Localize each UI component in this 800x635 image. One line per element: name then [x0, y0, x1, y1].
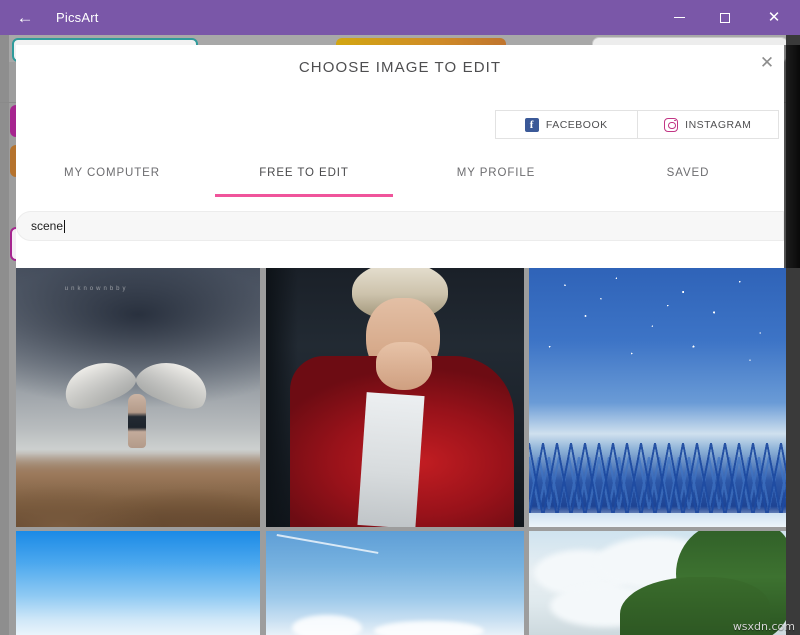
tree-line-front-shape — [529, 443, 786, 517]
facebook-button-label: FACEBOOK — [545, 118, 608, 131]
maximize-button[interactable] — [702, 0, 748, 35]
tab-saved[interactable]: SAVED — [592, 163, 784, 197]
search-input-value: scene — [31, 219, 64, 233]
choose-image-dialog: CHOOSE IMAGE TO EDIT ✕ f FACEBOOK INSTAG… — [16, 45, 784, 268]
figure-shape — [128, 394, 146, 448]
thumbnail-image — [529, 268, 786, 527]
image-tile-clear-blue-sky[interactable] — [16, 531, 260, 635]
tab-free-to-edit[interactable]: FREE TO EDIT — [208, 163, 400, 197]
app-title: PicsArt — [56, 10, 99, 25]
shirt-shape — [357, 392, 425, 527]
tab-label: MY COMPUTER — [64, 167, 160, 179]
text-cursor — [64, 219, 66, 233]
thumbnail-image — [16, 531, 260, 635]
image-tile-person-in-red-velvet-jacket[interactable] — [266, 268, 524, 527]
tile-caption: unknownbby — [64, 286, 129, 293]
search-area: scene — [16, 211, 784, 241]
thumbnail-image — [266, 531, 524, 635]
tab-label: SAVED — [666, 167, 710, 179]
image-tile-winged-figure-on-cliff[interactable]: unknownbby — [16, 268, 260, 527]
dialog-title: CHOOSE IMAGE TO EDIT — [298, 59, 502, 76]
close-button[interactable]: ✕ — [748, 0, 800, 35]
watermark: wsxdn.com — [732, 620, 795, 633]
dialog-close-icon[interactable]: ✕ — [754, 49, 780, 75]
contrail-shape — [276, 534, 379, 555]
window-titlebar: ← PicsArt ✕ — [0, 0, 800, 35]
app-left-rail — [0, 35, 9, 635]
tab-my-computer[interactable]: MY COMPUTER — [16, 163, 208, 197]
facebook-button[interactable]: f FACEBOOK — [496, 111, 637, 138]
tab-label: MY PROFILE — [456, 167, 536, 179]
thumbnail-image — [266, 268, 524, 527]
instagram-button-label: INSTAGRAM — [685, 118, 752, 131]
dialog-shadow — [784, 45, 800, 268]
image-results-grid: unknownbby — [16, 268, 786, 635]
image-tile-starry-night-blue-forest[interactable] — [529, 268, 786, 527]
cloud-shape — [291, 615, 362, 635]
tab-my-profile[interactable]: MY PROFILE — [400, 163, 592, 197]
back-arrow-icon[interactable]: ← — [0, 0, 50, 35]
image-tile-sky-with-contrail[interactable] — [266, 531, 524, 635]
minimize-icon — [673, 17, 685, 18]
snow-shape — [529, 513, 786, 527]
search-input[interactable]: scene — [16, 211, 784, 241]
facebook-icon: f — [524, 117, 539, 132]
tab-label: FREE TO EDIT — [259, 167, 349, 179]
hand-shape — [376, 342, 432, 390]
instagram-button[interactable]: INSTAGRAM — [636, 111, 779, 138]
cloud-shape — [374, 621, 485, 635]
tab-underline — [215, 194, 393, 197]
cliff-shape — [16, 453, 260, 527]
instagram-icon — [664, 117, 679, 132]
stars-shape — [529, 268, 786, 439]
app-window: unknownbby CHOOSE IMAGE TO EDIT ✕ f FACE… — [0, 0, 800, 635]
social-import-group: f FACEBOOK INSTAGRAM — [495, 110, 779, 139]
thumbnail-image: unknownbby — [16, 268, 260, 527]
dialog-tabs: MY COMPUTER FREE TO EDIT MY PROFILE SAVE… — [16, 163, 784, 197]
maximize-icon — [720, 12, 730, 23]
minimize-button[interactable] — [656, 0, 702, 35]
